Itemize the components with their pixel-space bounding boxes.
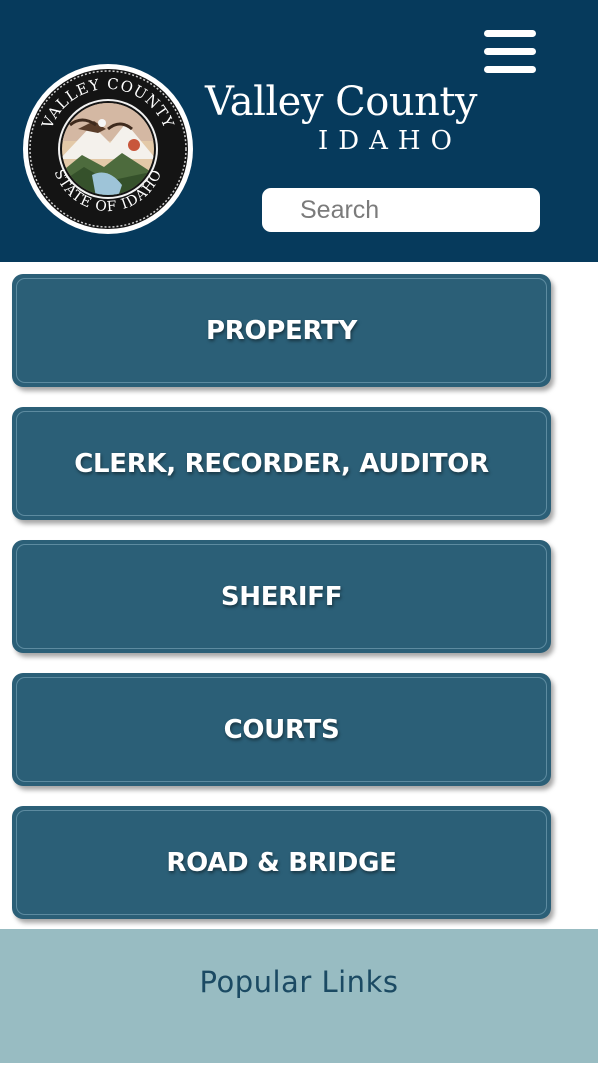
nav-tile-property[interactable]: PROPERTY xyxy=(12,274,551,387)
search-input[interactable] xyxy=(262,188,540,232)
popular-links-toggle[interactable]: Popular Links xyxy=(0,965,598,999)
nav-tile-label: CLERK, RECORDER, AUDITOR xyxy=(74,448,489,479)
nav-tile-sheriff[interactable]: SHERIFF xyxy=(12,540,551,653)
nav-tile-clerk-recorder-auditor[interactable]: CLERK, RECORDER, AUDITOR xyxy=(12,407,551,520)
nav-tile-label: ROAD & BRIDGE xyxy=(166,847,397,878)
site-title[interactable]: Valley County xyxy=(205,78,478,126)
nav-tile-label: PROPERTY xyxy=(205,315,357,346)
site-header: VALLEY COUNTY STATE OF IDAHO Valley Coun… xyxy=(0,0,598,262)
hamburger-menu-button[interactable] xyxy=(480,26,540,78)
nav-tile-label: COURTS xyxy=(223,714,340,745)
nav-tile-courts[interactable]: COURTS xyxy=(12,673,551,786)
nav-tile-road-bridge[interactable]: ROAD & BRIDGE xyxy=(12,806,551,919)
popular-links-section: Popular Links xyxy=(0,929,598,1063)
nav-tile-label: SHERIFF xyxy=(220,581,343,612)
county-seal-logo[interactable]: VALLEY COUNTY STATE OF IDAHO xyxy=(22,63,194,235)
county-seal-icon: VALLEY COUNTY STATE OF IDAHO xyxy=(23,64,193,234)
site-subtitle: IDAHO xyxy=(318,126,462,156)
